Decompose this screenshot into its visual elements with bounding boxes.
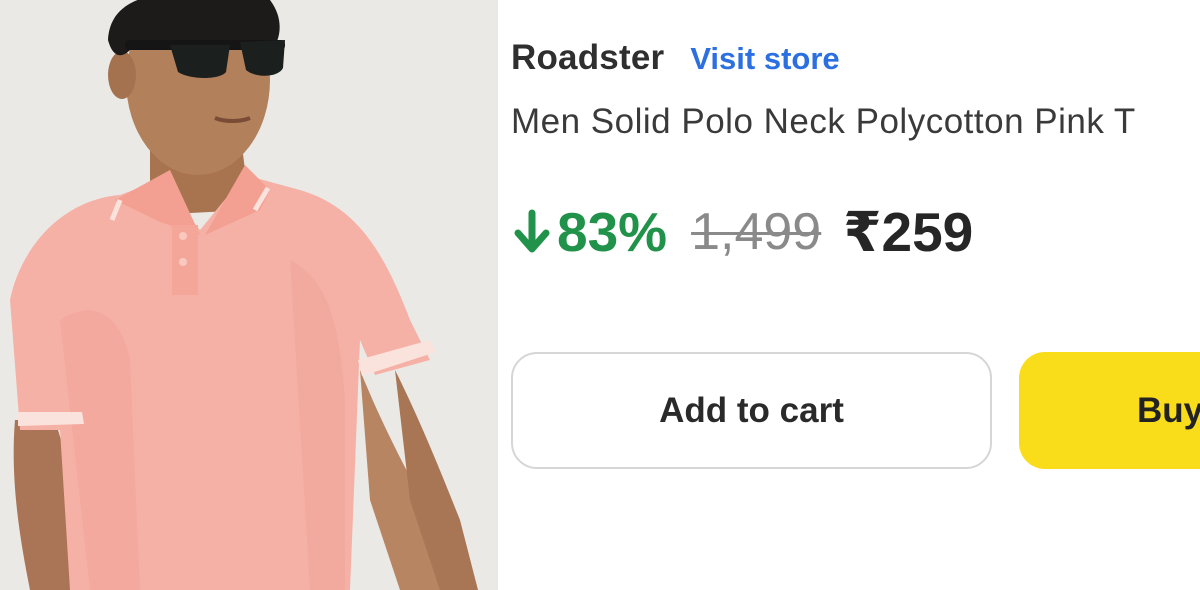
product-image[interactable]: [0, 0, 498, 590]
sale-price: ₹259: [843, 201, 974, 263]
buy-now-button[interactable]: Buy: [1019, 352, 1200, 469]
product-title: Men Solid Polo Neck Polycotton Pink T: [511, 102, 1136, 141]
product-details: Roadster Visit store Men Solid Polo Neck…: [498, 0, 1200, 590]
brand-name[interactable]: Roadster: [511, 38, 664, 78]
arrow-down-icon: [514, 209, 550, 253]
price-row: 83% 1,499 ₹259: [513, 200, 973, 264]
original-price: 1,499: [691, 203, 822, 261]
visit-store-link[interactable]: Visit store: [690, 41, 839, 77]
model-in-pink-polo-image: [0, 0, 498, 590]
add-to-cart-button[interactable]: Add to cart: [511, 352, 992, 469]
discount-badge: 83%: [513, 200, 667, 264]
brand-row: Roadster Visit store: [511, 38, 840, 78]
discount-percent: 83%: [557, 201, 668, 263]
